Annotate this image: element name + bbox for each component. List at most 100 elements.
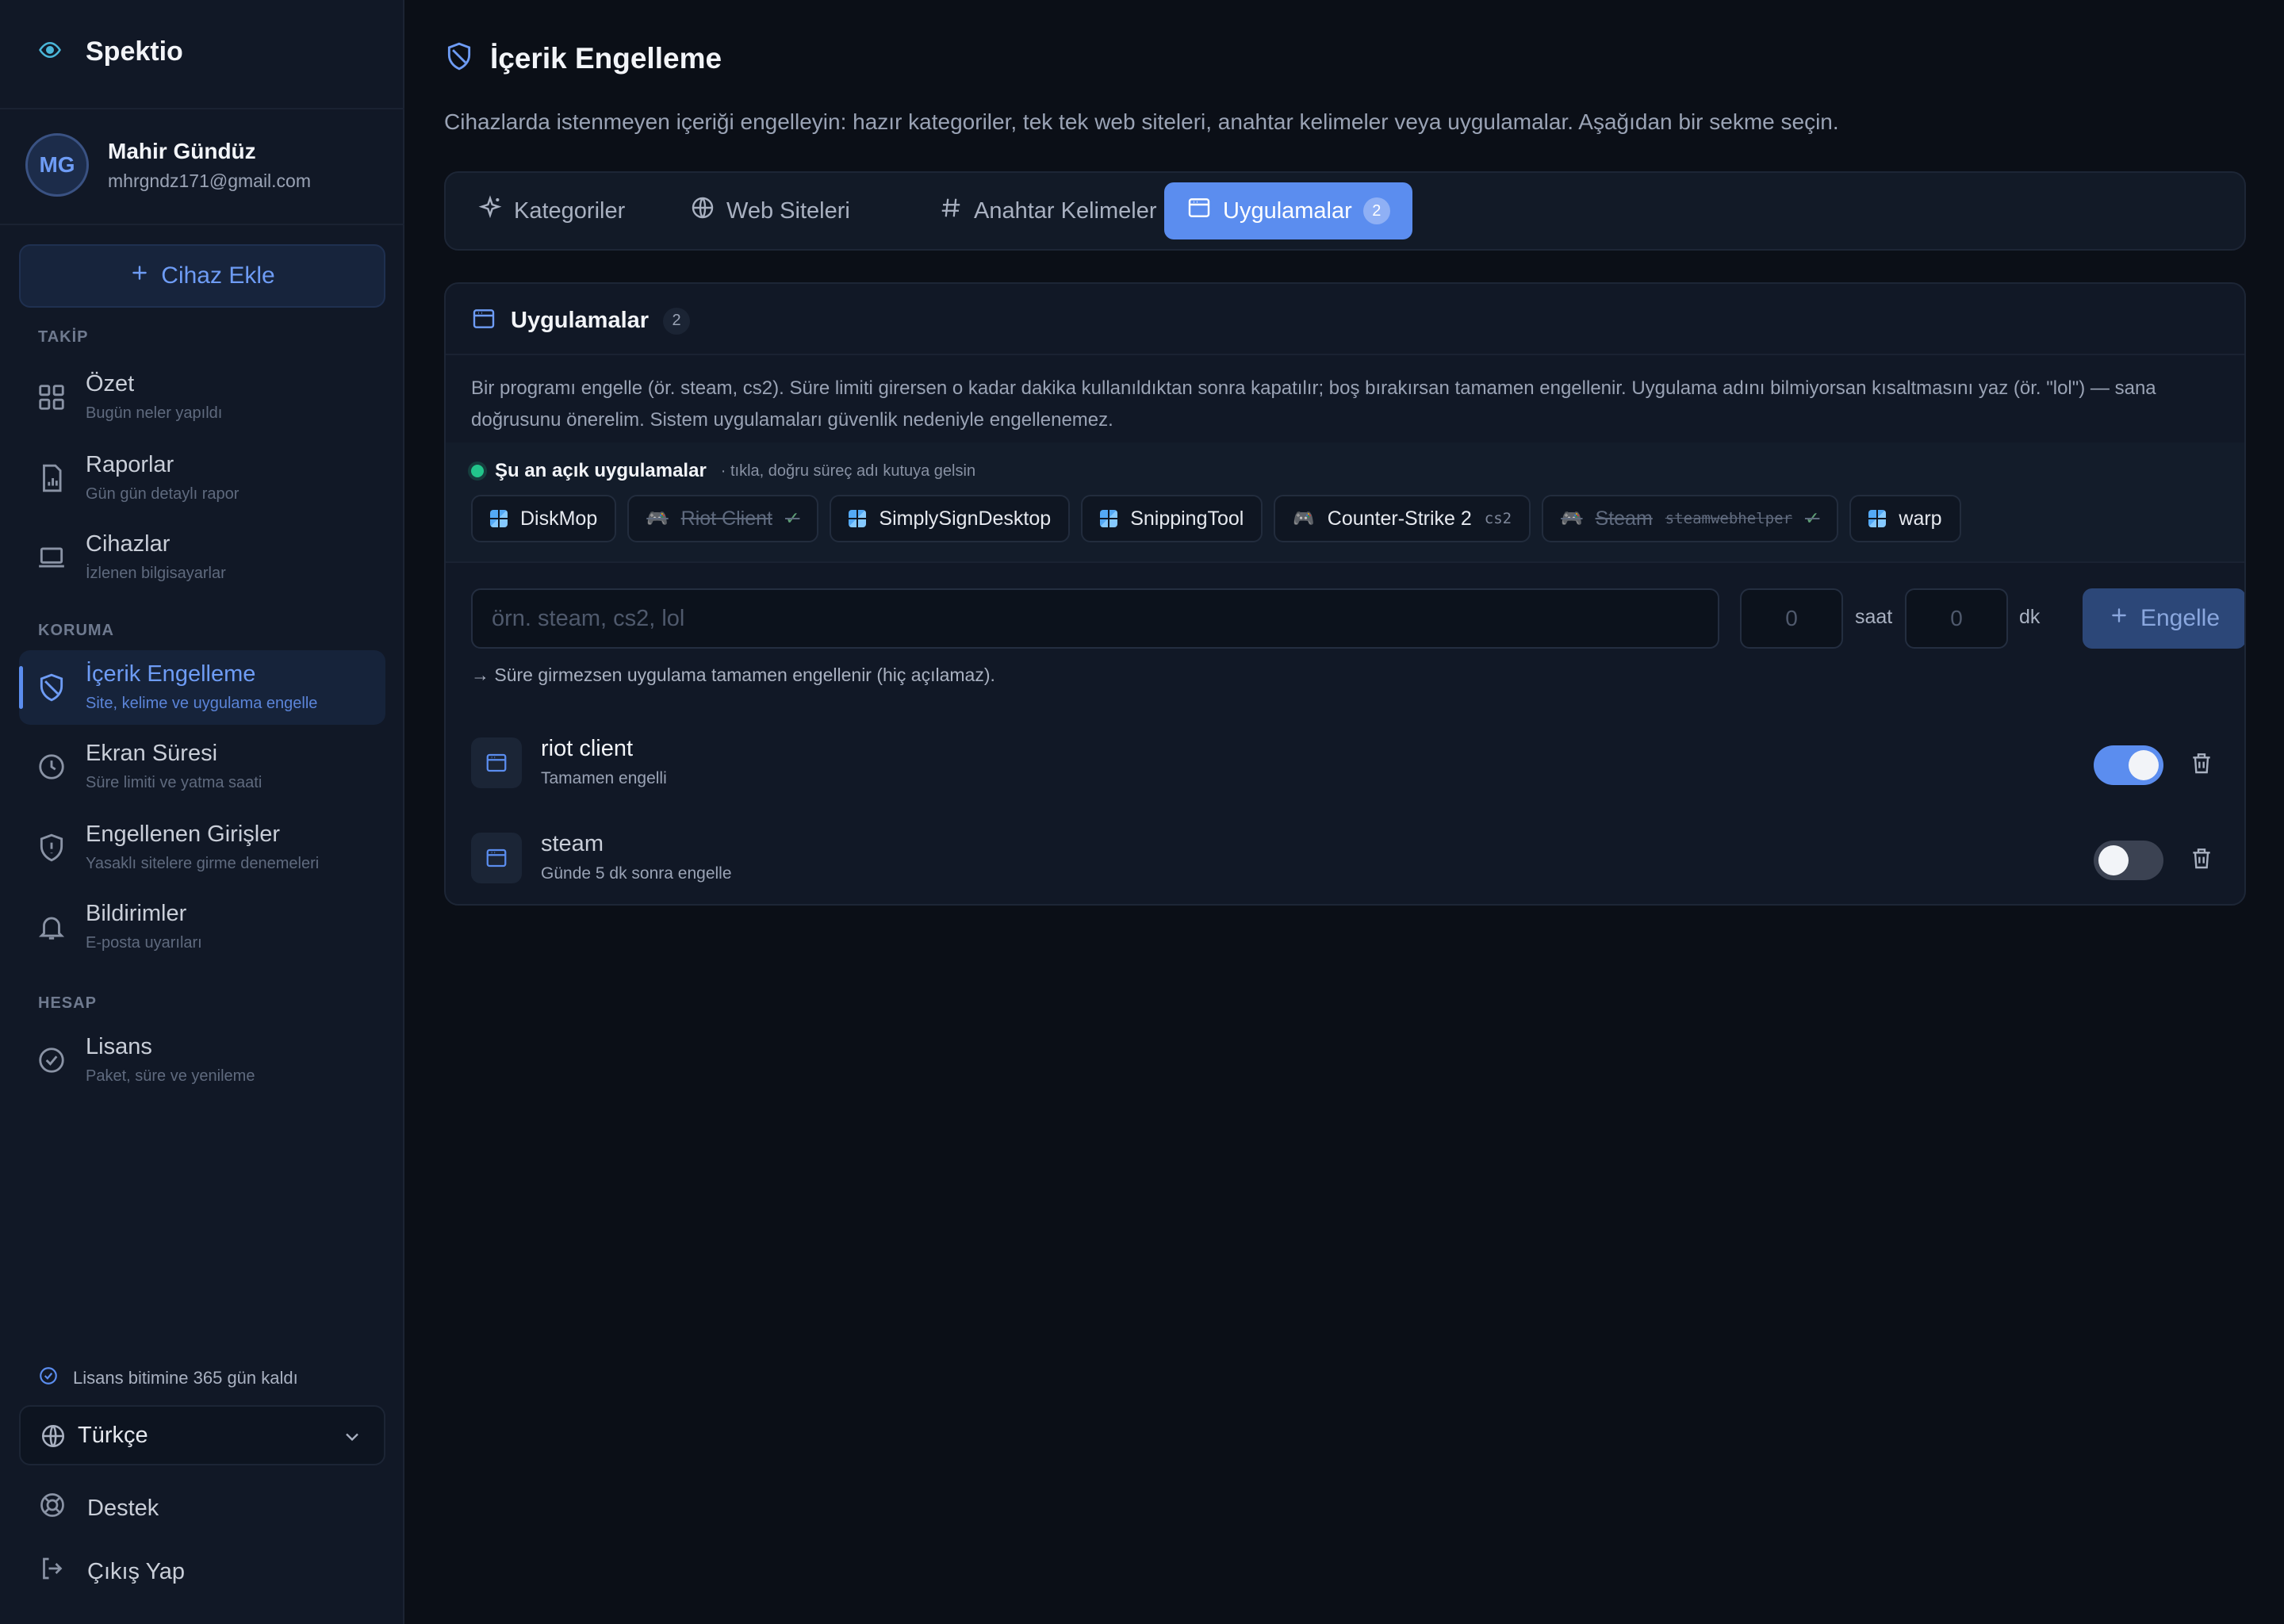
- tab-applications[interactable]: Uygulamalar 2: [1164, 182, 1412, 239]
- chip-process-name: cs2: [1484, 510, 1512, 527]
- gamepad-icon: 🎮: [1293, 508, 1315, 528]
- user-name: Mahir Gündüz: [108, 138, 256, 163]
- shield-icon: [444, 41, 474, 75]
- minutes-unit: dk: [2019, 606, 2041, 628]
- sidebar-item-title: Engellenen Girişler: [86, 822, 281, 847]
- sidebar-item-notifications[interactable]: Bildirimler E-posta uyarıları: [19, 890, 385, 964]
- gamepad-icon: 🎮: [1561, 508, 1583, 528]
- app-window-icon: [1186, 195, 1212, 227]
- app-chip-warp[interactable]: warp: [1849, 495, 1961, 542]
- chip-process-name: steamwebhelper: [1665, 510, 1792, 527]
- tab-keywords[interactable]: Anahtar Kelimeler: [917, 182, 1179, 239]
- support-link[interactable]: Destek: [38, 1491, 159, 1526]
- page-header: İçerik Engelleme: [444, 41, 722, 75]
- app-chip-counter-strike[interactable]: 🎮 Counter-Strike 2 cs2: [1274, 495, 1531, 542]
- license-remaining-text: Lisans bitimine 365 gün kaldı: [73, 1368, 298, 1388]
- blocked-app-row: riot client Tamamen engelli: [471, 733, 2222, 793]
- app-chip-snippingtool[interactable]: SnippingTool: [1081, 495, 1263, 542]
- trash-icon[interactable]: [2189, 845, 2214, 875]
- sidebar-item-title: Özet: [86, 371, 135, 396]
- shield-icon: [36, 672, 67, 703]
- user-email: mhrgndz171@gmail.com: [108, 170, 312, 191]
- language-select[interactable]: Türkçe: [19, 1405, 385, 1465]
- app-chip-riot-client[interactable]: 🎮 Riot Client ✓: [627, 495, 819, 542]
- panel-title: Uygulamalar: [511, 308, 650, 333]
- blocked-app-status: Tamamen engelli: [541, 769, 667, 787]
- sidebar-item-devices[interactable]: Cihazlar İzlenen bilgisayarlar: [19, 520, 385, 595]
- open-apps-hint: · tıkla, doğru süreç adı kutuya gelsin: [720, 462, 976, 480]
- toggle-knob: [2129, 750, 2159, 780]
- hours-input[interactable]: [1740, 588, 1843, 649]
- divider: [0, 224, 404, 225]
- open-apps-chips: DiskMop 🎮 Riot Client ✓ SimplySignDeskto…: [471, 495, 1961, 542]
- sidebar-item-title: Lisans: [86, 1034, 152, 1059]
- section-label-account: HESAP: [38, 994, 97, 1012]
- enable-toggle[interactable]: [2094, 745, 2163, 785]
- windows-app-icon: [849, 510, 867, 527]
- panel-description: Bir programı engelle (ör. steam, cs2). S…: [471, 377, 2156, 431]
- sidebar-item-subtitle: Süre limiti ve yatma saati: [86, 774, 263, 791]
- app-window-icon: [471, 737, 522, 788]
- tab-bar: Kategoriler Web Siteleri Anahtar Kelimel…: [444, 171, 2246, 251]
- globe-icon: [40, 1423, 67, 1454]
- sidebar-item-content-blocking[interactable]: İçerik Engelleme Site, kelime ve uygulam…: [19, 650, 385, 725]
- tab-categories[interactable]: Kategoriler: [455, 182, 647, 239]
- license-remaining: Lisans bitimine 365 gün kaldı: [38, 1365, 298, 1391]
- sidebar-item-overview[interactable]: Özet Bugün neler yapıldı: [19, 360, 385, 435]
- report-icon: [36, 463, 67, 493]
- blocked-app-status: Günde 5 dk sonra engelle: [541, 864, 732, 883]
- sidebar-item-subtitle: İzlenen bilgisayarlar: [86, 565, 226, 582]
- brand[interactable]: Spektio: [38, 36, 183, 67]
- check-icon: ✓: [1804, 508, 1820, 528]
- hash-icon: [939, 196, 963, 226]
- tab-count-badge: 2: [1362, 197, 1390, 224]
- divider: [0, 108, 404, 109]
- sidebar-item-blocked-attempts[interactable]: Engellenen Girişler Yasaklı sitelere gir…: [19, 810, 385, 885]
- chip-label: Steam: [1595, 507, 1653, 530]
- app-chip-simplysign[interactable]: SimplySignDesktop: [830, 495, 1071, 542]
- app-chip-steam[interactable]: 🎮 Steam steamwebhelper ✓: [1542, 495, 1839, 542]
- tab-websites[interactable]: Web Siteleri: [668, 182, 872, 239]
- check-icon: ✓: [784, 508, 800, 528]
- blocked-app-name: steam: [541, 831, 604, 856]
- logout-link[interactable]: Çıkış Yap: [38, 1554, 185, 1589]
- user-profile[interactable]: MG Mahir Gündüz mhrgndz171@gmail.com: [25, 133, 311, 197]
- tab-label: Web Siteleri: [726, 197, 850, 224]
- globe-icon: [690, 195, 715, 227]
- minutes-input[interactable]: [1905, 588, 2008, 649]
- app-name-input[interactable]: [471, 588, 1719, 649]
- logout-label: Çıkış Yap: [87, 1558, 186, 1584]
- shield-alert-icon: [36, 833, 67, 863]
- laptop-icon: [36, 542, 67, 573]
- sidebar-item-license[interactable]: Lisans Paket, süre ve yenileme: [19, 1023, 385, 1097]
- language-value: Türkçe: [78, 1423, 148, 1448]
- sidebar-item-title: Bildirimler: [86, 901, 187, 926]
- eye-icon: [38, 38, 62, 66]
- tab-label: Anahtar Kelimeler: [974, 197, 1157, 224]
- add-device-button[interactable]: Cihaz Ekle: [19, 244, 385, 308]
- sidebar-item-reports[interactable]: Raporlar Gün gün detaylı rapor: [19, 441, 385, 515]
- sidebar-item-subtitle: Gün gün detaylı rapor: [86, 485, 240, 503]
- chip-label: Counter-Strike 2: [1327, 507, 1472, 530]
- trash-icon[interactable]: [2189, 750, 2214, 779]
- plus-icon: [2109, 605, 2129, 632]
- sidebar-item-title: Ekran Süresi: [86, 741, 218, 766]
- block-button[interactable]: Engelle: [2083, 588, 2244, 649]
- section-label-track: TAKİP: [38, 328, 89, 346]
- block-form: saat dk Engelle: [471, 588, 2244, 649]
- add-device-label: Cihaz Ekle: [161, 262, 275, 289]
- live-dot: [471, 465, 484, 477]
- chevron-down-icon: [341, 1426, 363, 1452]
- enable-toggle[interactable]: [2094, 841, 2163, 880]
- open-apps-title: Şu an açık uygulamalar: [495, 460, 707, 481]
- form-note: → Süre girmezsen uygulama tamamen engell…: [471, 665, 995, 685]
- app-chip-diskmop[interactable]: DiskMop: [471, 495, 617, 542]
- applications-panel: Uygulamalar 2 Bir programı engelle (ör. …: [444, 282, 2246, 906]
- sidebar-item-screen-time[interactable]: Ekran Süresi Süre limiti ve yatma saati: [19, 730, 385, 804]
- lifebuoy-icon: [38, 1491, 67, 1526]
- chip-label: warp: [1899, 507, 1942, 530]
- logout-icon: [38, 1554, 67, 1589]
- hours-unit: saat: [1855, 606, 1893, 628]
- toggle-knob: [2098, 845, 2129, 875]
- sidebar-item-subtitle: Yasaklı sitelere girme denemeleri: [86, 855, 320, 872]
